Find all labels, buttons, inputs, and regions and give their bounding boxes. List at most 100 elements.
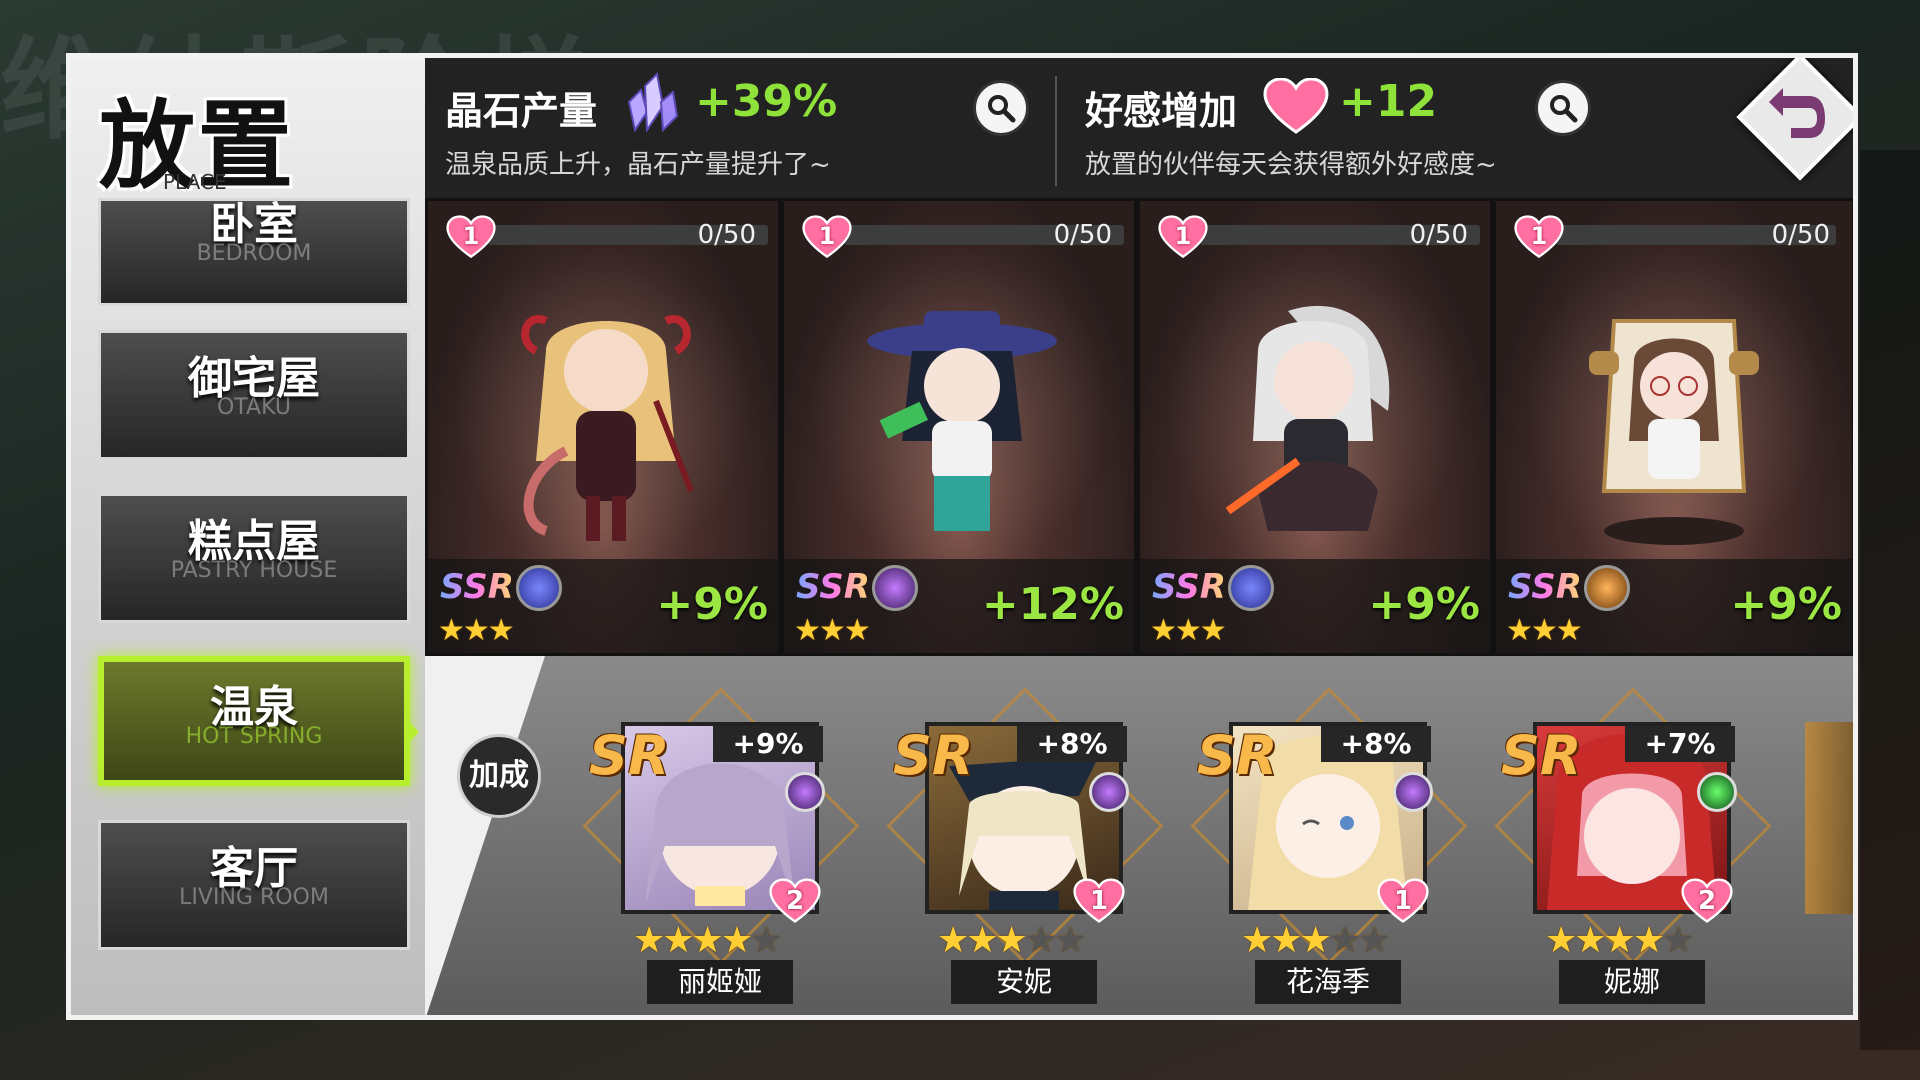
affection-level: 1 xyxy=(1174,222,1192,250)
stars-earned: ★★★ xyxy=(1241,920,1332,961)
character-name: 花海季 xyxy=(1255,960,1401,1004)
card-info-bar: SSR ★★★ +9% xyxy=(1140,559,1490,653)
character-sprite xyxy=(521,315,694,541)
magnifier-icon xyxy=(988,95,1016,123)
room-sidebar: 放置 PLACE 卧室 BEDROOM 御宅屋 OTAKU 糕点屋 PASTRY… xyxy=(71,58,425,1015)
star-rating: ★★★★★ xyxy=(1545,920,1694,961)
bonus-strip-accent xyxy=(425,656,545,1015)
stars-earned: ★★★ xyxy=(937,920,1028,961)
character-sprite xyxy=(867,311,1057,531)
character-sprite xyxy=(1225,305,1390,531)
undo-arrow-icon xyxy=(1769,88,1825,138)
room-tab-bedroom[interactable]: 卧室 BEDROOM xyxy=(98,198,410,306)
bonus-character-card[interactable]: SR +9% 2 ★★★★★ 丽姬娅 xyxy=(582,687,860,1015)
affection-progress-text: 0/50 xyxy=(1771,220,1830,250)
bonus-percent: +9% xyxy=(656,579,768,630)
placed-character-card[interactable]: 1 0/50 SSR ★★★ +12% xyxy=(781,198,1137,656)
dark-element-icon xyxy=(1089,772,1129,812)
affection-level-badge: 1 xyxy=(1514,213,1564,263)
affection-level: 1 xyxy=(818,222,836,250)
rarity-label: SSR xyxy=(796,567,870,607)
magnifier-icon xyxy=(1550,95,1578,123)
clover-element-icon xyxy=(1228,565,1274,611)
rarity-label: SSR xyxy=(1152,567,1226,607)
crystal-output-title: 晶石产量 xyxy=(445,89,598,133)
stars-empty: ★★ xyxy=(1328,920,1391,961)
rarity-label: SR xyxy=(1197,724,1278,787)
affection-level-badge: 1 xyxy=(1158,213,1208,263)
background-strip xyxy=(1860,150,1920,1050)
crystal-info-button[interactable] xyxy=(973,80,1029,136)
affection-level: 1 xyxy=(1393,886,1413,916)
nature-element-icon xyxy=(1697,772,1737,812)
crystal-output-desc: 温泉品质上升，晶石产量提升了~ xyxy=(445,150,831,180)
stars-earned: ★★★★ xyxy=(1545,920,1665,961)
rarity-label: SSR xyxy=(1508,567,1582,607)
placed-character-card[interactable]: 1 0/50 SSR ★★★ +9% xyxy=(1137,198,1493,656)
bonus-character-card[interactable]: SR +7% 2 ★★★★★ 妮娜 xyxy=(1494,687,1772,1015)
bonus-percent: +8% xyxy=(1017,726,1127,762)
page-title-en: PLACE xyxy=(163,170,227,194)
affection-level: 1 xyxy=(462,222,480,250)
star-rating: ★★★ xyxy=(1150,613,1227,648)
room-tab-otaku[interactable]: 御宅屋 OTAKU xyxy=(98,330,410,460)
room-tab-pastry-house[interactable]: 糕点屋 PASTRY HOUSE xyxy=(98,493,410,623)
bonus-percent: +9% xyxy=(713,726,823,762)
bonus-percent: +9% xyxy=(1368,579,1480,630)
back-button[interactable] xyxy=(1736,58,1853,181)
header-divider xyxy=(1055,76,1057,186)
affection-progress-text: 0/50 xyxy=(1053,220,1112,250)
card-info-bar: SSR ★★★ +12% xyxy=(784,559,1134,653)
crystal-icon xyxy=(627,72,679,132)
affection-info-button[interactable] xyxy=(1535,80,1591,136)
fire-element-icon xyxy=(1584,565,1630,611)
bonus-percent: +8% xyxy=(1321,726,1431,762)
affection-level: 2 xyxy=(785,886,805,916)
character-sprite xyxy=(1589,319,1759,545)
star-rating: ★★★★★ xyxy=(633,920,782,961)
bonus-button[interactable]: 加成 xyxy=(457,734,541,818)
crystal-output-value: +39% xyxy=(695,76,838,127)
character-name: 丽姬娅 xyxy=(647,960,793,1004)
room-label-en: HOT SPRING xyxy=(185,724,323,749)
affection-level: 1 xyxy=(1089,886,1109,916)
rarity-label: SR xyxy=(893,724,974,787)
rarity-label: SSR xyxy=(440,567,514,607)
stars-empty: ★ xyxy=(1662,920,1694,961)
affection-level: 1 xyxy=(1530,222,1548,250)
affection-gain-value: +12 xyxy=(1339,76,1438,127)
dark-element-icon xyxy=(1393,772,1433,812)
room-label-en: OTAKU xyxy=(216,395,292,420)
rarity-label: SR xyxy=(589,724,670,787)
dark-element-icon xyxy=(785,772,825,812)
bonus-character-card[interactable]: SR +8% 1 ★★★★★ 安妮 xyxy=(886,687,1164,1015)
bonus-percent: +7% xyxy=(1625,726,1735,762)
stars-empty: ★ xyxy=(750,920,782,961)
stars-empty: ★★ xyxy=(1024,920,1087,961)
dark-element-icon xyxy=(872,565,918,611)
room-label-en: LIVING ROOM xyxy=(179,885,329,910)
room-tab-living-room[interactable]: 客厅 LIVING ROOM xyxy=(98,820,410,950)
affection-gain-title: 好感增加 xyxy=(1085,89,1238,133)
heart-icon xyxy=(1263,78,1329,134)
star-rating: ★★★ xyxy=(794,613,871,648)
room-label-en: PASTRY HOUSE xyxy=(170,558,338,583)
next-character-card-edge[interactable] xyxy=(1805,722,1853,914)
rarity-label: SR xyxy=(1501,724,1582,787)
affection-progress-text: 0/50 xyxy=(697,220,756,250)
placed-character-card[interactable]: 1 0/50 SSR ★★★ +9% xyxy=(1493,198,1853,656)
star-rating: ★★★★★ xyxy=(1241,920,1391,961)
placed-character-card[interactable]: 1 0/50 SSR ★★★ +9% xyxy=(425,198,781,656)
affection-level-badge: 1 xyxy=(802,213,852,263)
placement-panel: 放置 PLACE 卧室 BEDROOM 御宅屋 OTAKU 糕点屋 PASTRY… xyxy=(66,53,1858,1020)
bonus-character-card[interactable]: SR +8% 1 ★★★★★ 花海季 xyxy=(1190,687,1468,1015)
room-tab-hot-spring[interactable]: 温泉 HOT SPRING xyxy=(98,656,410,786)
character-name: 安妮 xyxy=(951,960,1097,1004)
character-name: 妮娜 xyxy=(1559,960,1705,1004)
bonus-characters-strip: 加成 SR +9% 2 ★★★★★ 丽姬娅 SR +8% 1 ★★★★★ 安妮 … xyxy=(425,656,1853,1015)
room-label-en: BEDROOM xyxy=(196,241,312,266)
affection-gain-desc: 放置的伙伴每天会获得额外好感度~ xyxy=(1085,150,1497,180)
stars-earned: ★★★★ xyxy=(633,920,753,961)
card-info-bar: SSR ★★★ +9% xyxy=(428,559,778,653)
room-stats-header: 晶石产量 +39% 温泉品质上升，晶石产量提升了~ 好感增加 +12 放置的伙伴… xyxy=(425,58,1853,198)
